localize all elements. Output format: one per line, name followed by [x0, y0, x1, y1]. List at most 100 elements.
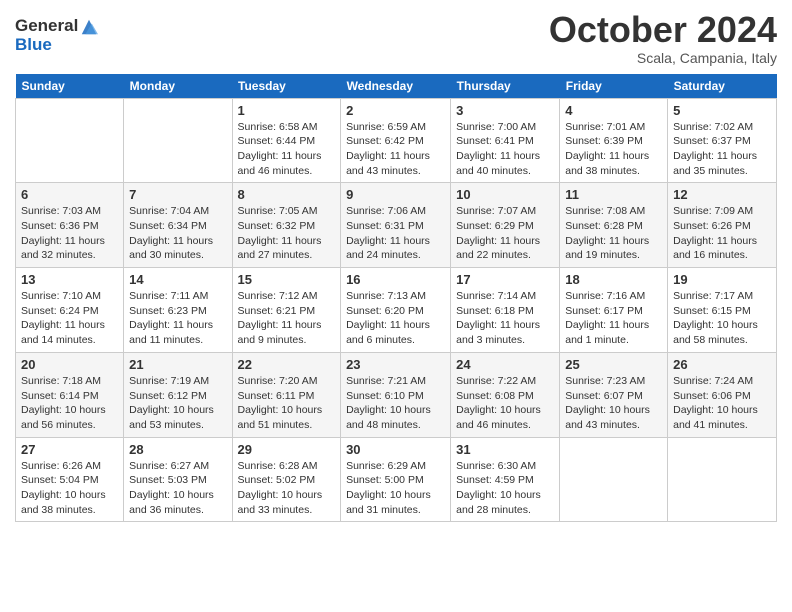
day-info: Sunrise: 7:10 AMSunset: 6:24 PMDaylight:…	[21, 290, 105, 346]
day-cell: 6 Sunrise: 7:03 AMSunset: 6:36 PMDayligh…	[16, 183, 124, 268]
day-info: Sunrise: 6:27 AMSunset: 5:03 PMDaylight:…	[129, 460, 214, 516]
week-row-4: 20 Sunrise: 7:18 AMSunset: 6:14 PMDaylig…	[16, 352, 777, 437]
day-info: Sunrise: 7:23 AMSunset: 6:07 PMDaylight:…	[565, 375, 650, 431]
day-cell	[560, 437, 668, 522]
col-monday: Monday	[124, 74, 232, 99]
day-cell: 27 Sunrise: 6:26 AMSunset: 5:04 PMDaylig…	[16, 437, 124, 522]
day-number: 28	[129, 442, 226, 457]
day-cell: 20 Sunrise: 7:18 AMSunset: 6:14 PMDaylig…	[16, 352, 124, 437]
day-info: Sunrise: 7:08 AMSunset: 6:28 PMDaylight:…	[565, 205, 649, 261]
day-info: Sunrise: 7:17 AMSunset: 6:15 PMDaylight:…	[673, 290, 758, 346]
day-cell: 9 Sunrise: 7:06 AMSunset: 6:31 PMDayligh…	[341, 183, 451, 268]
day-info: Sunrise: 7:12 AMSunset: 6:21 PMDaylight:…	[238, 290, 322, 346]
day-number: 24	[456, 357, 554, 372]
day-number: 11	[565, 187, 662, 202]
day-cell: 3 Sunrise: 7:00 AMSunset: 6:41 PMDayligh…	[451, 98, 560, 183]
day-info: Sunrise: 6:28 AMSunset: 5:02 PMDaylight:…	[238, 460, 323, 516]
col-tuesday: Tuesday	[232, 74, 341, 99]
day-cell: 31 Sunrise: 6:30 AMSunset: 4:59 PMDaylig…	[451, 437, 560, 522]
day-cell: 25 Sunrise: 7:23 AMSunset: 6:07 PMDaylig…	[560, 352, 668, 437]
day-info: Sunrise: 7:19 AMSunset: 6:12 PMDaylight:…	[129, 375, 214, 431]
day-number: 26	[673, 357, 771, 372]
title-area: October 2024 Scala, Campania, Italy	[549, 10, 777, 66]
day-number: 13	[21, 272, 118, 287]
day-info: Sunrise: 7:16 AMSunset: 6:17 PMDaylight:…	[565, 290, 649, 346]
day-cell	[668, 437, 777, 522]
day-cell: 23 Sunrise: 7:21 AMSunset: 6:10 PMDaylig…	[341, 352, 451, 437]
day-info: Sunrise: 7:00 AMSunset: 6:41 PMDaylight:…	[456, 121, 540, 177]
day-info: Sunrise: 7:01 AMSunset: 6:39 PMDaylight:…	[565, 121, 649, 177]
day-number: 1	[238, 103, 336, 118]
day-cell: 8 Sunrise: 7:05 AMSunset: 6:32 PMDayligh…	[232, 183, 341, 268]
day-cell: 16 Sunrise: 7:13 AMSunset: 6:20 PMDaylig…	[341, 268, 451, 353]
day-cell: 15 Sunrise: 7:12 AMSunset: 6:21 PMDaylig…	[232, 268, 341, 353]
day-cell: 14 Sunrise: 7:11 AMSunset: 6:23 PMDaylig…	[124, 268, 232, 353]
col-wednesday: Wednesday	[341, 74, 451, 99]
day-number: 17	[456, 272, 554, 287]
day-cell: 10 Sunrise: 7:07 AMSunset: 6:29 PMDaylig…	[451, 183, 560, 268]
week-row-2: 6 Sunrise: 7:03 AMSunset: 6:36 PMDayligh…	[16, 183, 777, 268]
week-row-5: 27 Sunrise: 6:26 AMSunset: 5:04 PMDaylig…	[16, 437, 777, 522]
day-info: Sunrise: 7:06 AMSunset: 6:31 PMDaylight:…	[346, 205, 430, 261]
col-saturday: Saturday	[668, 74, 777, 99]
day-info: Sunrise: 7:21 AMSunset: 6:10 PMDaylight:…	[346, 375, 431, 431]
day-info: Sunrise: 7:18 AMSunset: 6:14 PMDaylight:…	[21, 375, 106, 431]
day-info: Sunrise: 7:22 AMSunset: 6:08 PMDaylight:…	[456, 375, 541, 431]
day-number: 12	[673, 187, 771, 202]
day-cell: 26 Sunrise: 7:24 AMSunset: 6:06 PMDaylig…	[668, 352, 777, 437]
day-info: Sunrise: 7:20 AMSunset: 6:11 PMDaylight:…	[238, 375, 323, 431]
day-cell: 12 Sunrise: 7:09 AMSunset: 6:26 PMDaylig…	[668, 183, 777, 268]
logo-general-text: General	[15, 17, 78, 36]
day-cell: 30 Sunrise: 6:29 AMSunset: 5:00 PMDaylig…	[341, 437, 451, 522]
day-info: Sunrise: 7:07 AMSunset: 6:29 PMDaylight:…	[456, 205, 540, 261]
day-cell: 4 Sunrise: 7:01 AMSunset: 6:39 PMDayligh…	[560, 98, 668, 183]
day-number: 21	[129, 357, 226, 372]
day-number: 4	[565, 103, 662, 118]
day-number: 3	[456, 103, 554, 118]
day-info: Sunrise: 7:05 AMSunset: 6:32 PMDaylight:…	[238, 205, 322, 261]
day-number: 15	[238, 272, 336, 287]
day-number: 2	[346, 103, 445, 118]
day-cell: 21 Sunrise: 7:19 AMSunset: 6:12 PMDaylig…	[124, 352, 232, 437]
day-info: Sunrise: 6:30 AMSunset: 4:59 PMDaylight:…	[456, 460, 541, 516]
day-number: 22	[238, 357, 336, 372]
logo-icon	[80, 18, 98, 36]
day-info: Sunrise: 6:58 AMSunset: 6:44 PMDaylight:…	[238, 121, 322, 177]
day-number: 19	[673, 272, 771, 287]
header-row: Sunday Monday Tuesday Wednesday Thursday…	[16, 74, 777, 99]
day-number: 27	[21, 442, 118, 457]
day-cell: 29 Sunrise: 6:28 AMSunset: 5:02 PMDaylig…	[232, 437, 341, 522]
day-number: 20	[21, 357, 118, 372]
day-cell: 2 Sunrise: 6:59 AMSunset: 6:42 PMDayligh…	[341, 98, 451, 183]
day-number: 30	[346, 442, 445, 457]
col-thursday: Thursday	[451, 74, 560, 99]
logo-blue-text: Blue	[15, 36, 98, 55]
day-info: Sunrise: 6:59 AMSunset: 6:42 PMDaylight:…	[346, 121, 430, 177]
day-number: 16	[346, 272, 445, 287]
day-cell	[16, 98, 124, 183]
calendar-table: Sunday Monday Tuesday Wednesday Thursday…	[15, 74, 777, 523]
day-number: 31	[456, 442, 554, 457]
day-cell	[124, 98, 232, 183]
day-cell: 17 Sunrise: 7:14 AMSunset: 6:18 PMDaylig…	[451, 268, 560, 353]
header: General Blue October 2024 Scala, Campani…	[15, 10, 777, 66]
day-number: 18	[565, 272, 662, 287]
day-info: Sunrise: 7:13 AMSunset: 6:20 PMDaylight:…	[346, 290, 430, 346]
day-number: 14	[129, 272, 226, 287]
month-title: October 2024	[549, 10, 777, 50]
col-sunday: Sunday	[16, 74, 124, 99]
logo: General Blue	[15, 16, 98, 55]
day-cell: 5 Sunrise: 7:02 AMSunset: 6:37 PMDayligh…	[668, 98, 777, 183]
day-info: Sunrise: 7:09 AMSunset: 6:26 PMDaylight:…	[673, 205, 757, 261]
day-number: 10	[456, 187, 554, 202]
day-cell: 13 Sunrise: 7:10 AMSunset: 6:24 PMDaylig…	[16, 268, 124, 353]
week-row-3: 13 Sunrise: 7:10 AMSunset: 6:24 PMDaylig…	[16, 268, 777, 353]
day-info: Sunrise: 7:04 AMSunset: 6:34 PMDaylight:…	[129, 205, 213, 261]
day-number: 5	[673, 103, 771, 118]
day-cell: 24 Sunrise: 7:22 AMSunset: 6:08 PMDaylig…	[451, 352, 560, 437]
day-info: Sunrise: 7:11 AMSunset: 6:23 PMDaylight:…	[129, 290, 213, 346]
day-cell: 22 Sunrise: 7:20 AMSunset: 6:11 PMDaylig…	[232, 352, 341, 437]
day-info: Sunrise: 6:29 AMSunset: 5:00 PMDaylight:…	[346, 460, 431, 516]
day-cell: 11 Sunrise: 7:08 AMSunset: 6:28 PMDaylig…	[560, 183, 668, 268]
day-number: 6	[21, 187, 118, 202]
